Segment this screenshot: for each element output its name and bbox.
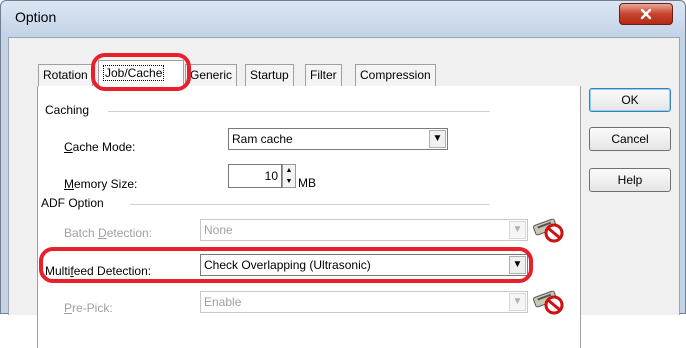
adf-group-line <box>130 204 490 205</box>
pre-pick-select[interactable]: Enable ▼ <box>200 291 528 313</box>
close-icon <box>640 8 652 20</box>
window-title: Option <box>15 9 57 25</box>
option-dialog: Option Rotation Job/Cache Generic Startu… <box>0 0 686 348</box>
no-license-icon <box>533 290 564 315</box>
adf-option-group-label: ADF Option <box>41 196 108 210</box>
memory-unit-label: MB <box>298 176 316 190</box>
caching-group-label: Caching <box>45 103 94 117</box>
close-button[interactable] <box>619 3 673 25</box>
no-license-icon <box>533 218 564 243</box>
job-cache-tab-highlight <box>91 53 191 91</box>
dialog-client-area: Rotation Job/Cache Generic Startup Filte… <box>8 37 680 348</box>
ok-button[interactable]: OK <box>589 88 671 112</box>
tab-filter[interactable]: Filter <box>305 64 342 86</box>
spin-up-icon[interactable]: ▲ <box>283 165 295 176</box>
pre-pick-label: Pre-Pick: <box>64 301 113 315</box>
batch-detection-select[interactable]: None ▼ <box>200 219 528 241</box>
cancel-button[interactable]: Cancel <box>589 127 671 151</box>
tab-startup[interactable]: Startup <box>245 64 294 86</box>
title-bar[interactable]: Option <box>1 1 685 37</box>
job-cache-panel: Caching Cache Mode: Ram cache ▼ Memory S… <box>37 86 581 348</box>
caching-group-line <box>108 111 490 112</box>
chevron-down-icon[interactable]: ▼ <box>509 221 526 239</box>
memory-size-input[interactable]: 10 <box>228 164 282 188</box>
tab-rotation[interactable]: Rotation <box>38 64 93 86</box>
batch-detection-label: Batch Detection: <box>64 226 153 240</box>
help-button[interactable]: Help <box>589 168 671 192</box>
memory-size-stepper[interactable]: ▲ ▼ <box>282 164 296 188</box>
memory-size-label: Memory Size: <box>64 177 138 191</box>
cache-mode-label: Cache Mode: <box>64 140 136 154</box>
chevron-down-icon[interactable]: ▼ <box>509 293 526 311</box>
cache-mode-select[interactable]: Ram cache ▼ <box>228 128 448 150</box>
multifeed-highlight <box>39 247 533 283</box>
tab-generic[interactable]: Generic <box>185 64 238 86</box>
spin-down-icon[interactable]: ▼ <box>283 176 295 187</box>
chevron-down-icon[interactable]: ▼ <box>429 130 446 148</box>
tab-compression[interactable]: Compression <box>355 64 436 86</box>
